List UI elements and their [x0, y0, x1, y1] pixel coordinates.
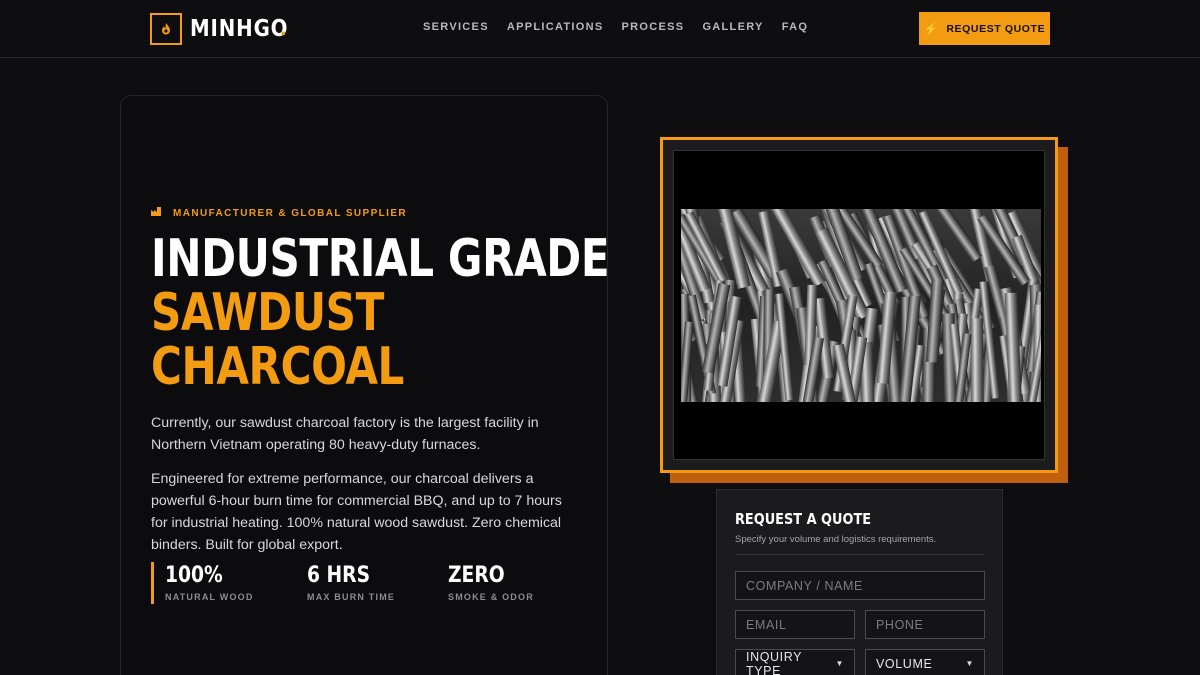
hero-paragraph-1: Currently, our sawdust charcoal factory … — [151, 415, 539, 453]
eyebrow-text: MANUFACTURER & GLOBAL SUPPLIER — [173, 207, 408, 219]
quote-form: REQUEST A QUOTE Specify your volume and … — [716, 489, 1003, 675]
headline-line-1: INDUSTRIAL GRADE — [151, 229, 610, 289]
chevron-down-icon: ▼ — [965, 659, 974, 668]
nav-faq[interactable]: FAQ — [782, 21, 809, 33]
stat-value: 100% — [165, 563, 223, 588]
chevron-down-icon: ▼ — [835, 659, 844, 668]
charcoal-stick — [970, 318, 984, 402]
nav-gallery[interactable]: GALLERY — [702, 21, 763, 33]
nav-services[interactable]: SERVICES — [423, 21, 489, 33]
stat-label: MAX BURN TIME — [307, 592, 396, 602]
request-quote-button[interactable]: ⚡ REQUEST QUOTE — [919, 12, 1050, 45]
flame-icon — [150, 12, 182, 45]
stat-value: 6 HRS — [307, 563, 371, 588]
inquiry-type-select[interactable]: INQUIRY TYPE ▼ — [735, 649, 855, 675]
volume-value: VOLUME — [876, 656, 933, 671]
headline-line-2: SAWDUST — [151, 283, 384, 343]
phone-input[interactable] — [865, 610, 985, 639]
form-title: REQUEST A QUOTE — [735, 510, 872, 528]
volume-select[interactable]: VOLUME ▼ — [865, 649, 985, 675]
stat-smoke-odor: ZERO SMOKE & ODOR — [448, 562, 534, 602]
stat-burn-time: 6 HRS MAX BURN TIME — [307, 562, 395, 602]
form-divider — [735, 554, 985, 555]
stat-natural-wood: 100% NATURAL WOOD — [165, 562, 254, 602]
request-quote-label: REQUEST QUOTE — [946, 22, 1046, 35]
hero-stats: 100% NATURAL WOOD 6 HRS MAX BURN TIME ZE… — [151, 562, 571, 604]
image-viewport — [673, 150, 1045, 460]
stats-accent-bar — [151, 562, 154, 604]
charcoal-photo — [681, 209, 1041, 402]
hero-headline: INDUSTRIAL GRADE SAWDUST CHARCOAL — [151, 229, 610, 397]
brand-dot: . — [280, 14, 287, 40]
hero-paragraph-2: Engineered for extreme performance, our … — [151, 471, 562, 553]
bolt-icon: ⚡ — [923, 21, 940, 36]
brand-logo[interactable]: MINHGO . — [150, 12, 304, 45]
factory-icon — [151, 207, 161, 219]
headline-line-3: CHARCOAL — [151, 337, 404, 397]
nav-process[interactable]: PROCESS — [622, 21, 685, 33]
form-subtitle: Specify your volume and logistics requir… — [735, 534, 937, 545]
inquiry-type-value: INQUIRY TYPE — [746, 649, 802, 675]
company-name-input[interactable] — [735, 571, 985, 600]
top-navbar: MINHGO . SERVICES APPLICATIONS PROCESS G… — [0, 0, 1200, 58]
brand-name: MINHGO — [190, 15, 289, 42]
nav-applications[interactable]: APPLICATIONS — [507, 21, 604, 33]
stat-value: ZERO — [448, 563, 505, 588]
product-image-frame — [660, 137, 1058, 473]
stat-label: SMOKE & ODOR — [448, 592, 534, 602]
email-input[interactable] — [735, 610, 855, 639]
hero-eyebrow: MANUFACTURER & GLOBAL SUPPLIER — [151, 207, 407, 219]
stat-label: NATURAL WOOD — [165, 592, 254, 602]
main-menu: SERVICES APPLICATIONS PROCESS GALLERY FA… — [423, 21, 826, 33]
